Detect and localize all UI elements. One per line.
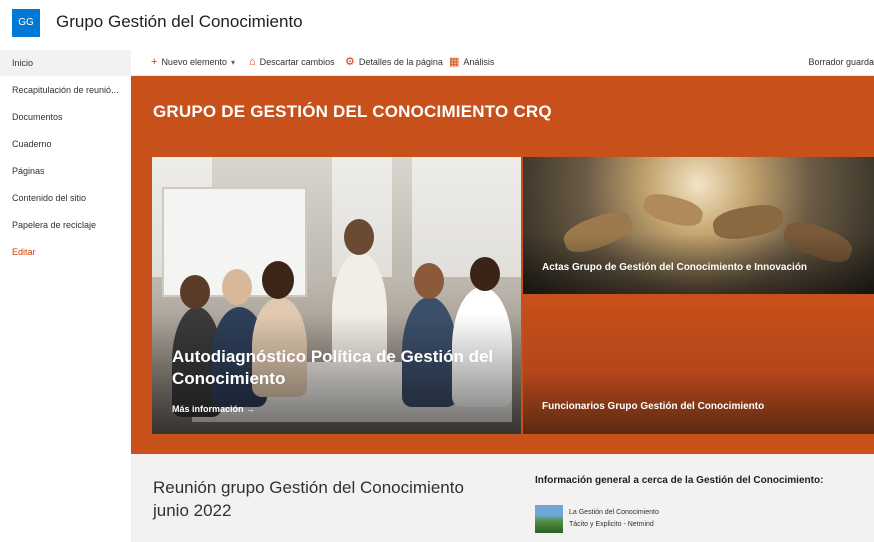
hero-bottom-tile-title[interactable]: Funcionarios Grupo Gestión del Conocimie… <box>542 401 764 412</box>
plus-icon: + <box>151 56 158 68</box>
discard-label: Descartar cambios <box>259 57 335 67</box>
nav-item-paginas[interactable]: Páginas <box>0 158 131 184</box>
lower-section: Reunión grupo Gestión del Conocimiento j… <box>131 454 874 542</box>
discard-changes-button[interactable]: ⌂ Descartar cambios <box>249 48 335 76</box>
nav-item-inicio[interactable]: Inicio <box>0 50 131 76</box>
nav-edit-link[interactable]: Editar <box>0 239 131 265</box>
analytics-label: Análisis <box>463 57 495 67</box>
photo-window <box>412 157 521 277</box>
nav-item-papelera[interactable]: Papelera de reciclaje <box>0 212 131 238</box>
site-logo[interactable]: GG <box>12 9 40 37</box>
site-header: GG Grupo Gestión del Conocimiento <box>0 0 874 46</box>
photo-person <box>470 257 500 291</box>
photo-person <box>414 263 444 299</box>
nav-item-documentos[interactable]: Documentos <box>0 104 131 130</box>
photo-person <box>262 261 294 299</box>
meeting-title: Reunión grupo Gestión del Conocimiento j… <box>153 478 464 520</box>
more-info-link[interactable]: Más información → <box>172 404 255 414</box>
hero-tile-funcionarios[interactable]: Funcionarios Grupo Gestión del Conocimie… <box>523 296 874 434</box>
photo-person <box>344 219 374 255</box>
hero-top-tile-title[interactable]: Actas Grupo de Gestión del Conocimiento … <box>542 262 807 273</box>
nav-item-recapitulacion[interactable]: Recapitulación de reunió... <box>0 77 131 103</box>
save-status: Borrador guarda <box>808 57 874 67</box>
info-item-title[interactable]: La Gestión del Conocimiento <box>569 509 659 516</box>
new-item-button[interactable]: + Nuevo elemento ▾ <box>151 48 235 76</box>
hero-tile-actas[interactable]: Actas Grupo de Gestión del Conocimiento … <box>523 157 874 294</box>
hero-main-tile-title[interactable]: Autodiagnóstico Política de Gestión del … <box>172 346 502 390</box>
gear-icon: ⚙ <box>345 56 355 68</box>
analytics-button[interactable]: ▦ Análisis <box>449 48 494 76</box>
hero-band-title: GRUPO DE GESTIÓN DEL CONOCIMIENTO CRQ <box>153 102 552 121</box>
chevron-down-icon: ▾ <box>230 58 235 67</box>
new-item-label: Nuevo elemento <box>161 57 227 67</box>
nav-item-contenido-del-sitio[interactable]: Contenido del sitio <box>0 185 131 211</box>
photo-hand <box>640 189 706 231</box>
analytics-icon: ▦ <box>449 56 460 68</box>
hero-tile-main[interactable]: Autodiagnóstico Política de Gestión del … <box>152 157 521 434</box>
photo-person <box>180 275 210 309</box>
page-details-button[interactable]: ⚙ Detalles de la página <box>345 48 443 76</box>
page-details-label: Detalles de la página <box>358 57 443 67</box>
photo-person <box>222 269 252 305</box>
nav-item-cuaderno[interactable]: Cuaderno <box>0 131 131 157</box>
info-heading: Información general a cerca de la Gestió… <box>535 475 824 486</box>
site-title[interactable]: Grupo Gestión del Conocimiento <box>56 12 303 32</box>
info-thumbnail[interactable] <box>535 505 563 533</box>
command-bar: + Nuevo elemento ▾ ⌂ Descartar cambios ⚙ Det… <box>131 48 874 76</box>
discard-icon: ⌂ <box>249 56 256 68</box>
info-item-subtitle[interactable]: Tácito y Explicito - Netmind <box>569 521 654 528</box>
left-navigation: Inicio Recapitulación de reunió... Docum… <box>0 48 131 542</box>
